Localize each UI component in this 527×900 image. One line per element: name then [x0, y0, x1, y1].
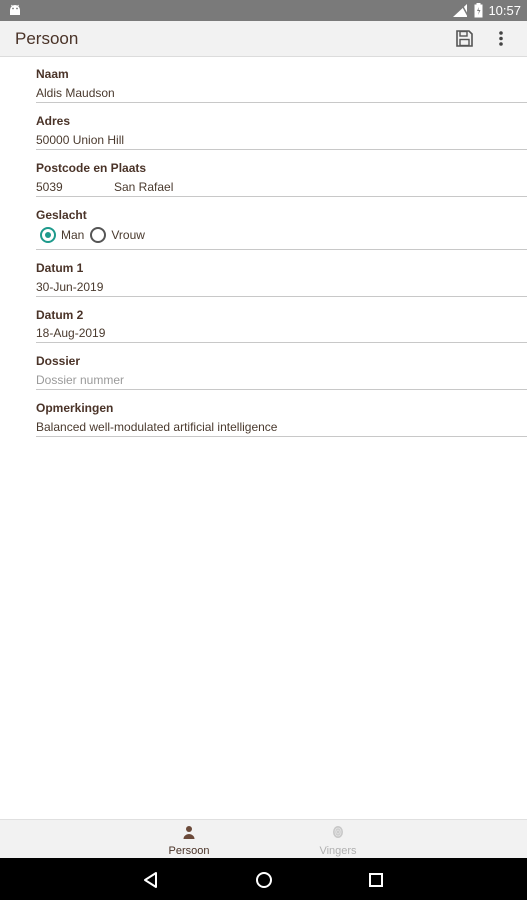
status-time: 10:57 — [488, 3, 521, 18]
datum1-field[interactable]: Datum 1 30-Jun-2019 — [36, 250, 527, 297]
radio-vrouw[interactable]: Vrouw — [90, 227, 145, 243]
radio-unchecked-icon — [90, 227, 107, 243]
datum1-label: Datum 1 — [36, 261, 84, 275]
more-vert-icon[interactable] — [494, 29, 508, 48]
datum1-input[interactable]: 30-Jun-2019 — [36, 280, 103, 294]
home-icon[interactable] — [254, 870, 274, 890]
naam-input[interactable]: Aldis Maudson — [36, 86, 115, 100]
nav-item-persoon[interactable]: Persoon — [129, 820, 249, 859]
nav-item-vingers[interactable]: Vingers — [278, 820, 398, 859]
recents-icon[interactable] — [366, 870, 386, 890]
datum2-label: Datum 2 — [36, 308, 84, 322]
dossier-input[interactable]: Dossier nummer — [36, 373, 124, 387]
geslacht-label: Geslacht — [36, 208, 87, 222]
back-icon[interactable] — [141, 870, 161, 890]
postcode-plaats-field: Postcode en Plaats 5039 San Rafael — [36, 150, 527, 197]
adres-input[interactable]: 50000 Union Hill — [36, 133, 124, 147]
fingerprint-icon — [333, 826, 343, 838]
system-navigation-bar — [0, 858, 527, 900]
bottom-navigation: Persoon Vingers — [0, 819, 527, 859]
postcode-input[interactable]: 5039 — [36, 180, 63, 194]
geslacht-radio-group: Man Vrouw — [40, 227, 151, 243]
opmerkingen-field[interactable]: Opmerkingen Balanced well-modulated arti… — [36, 390, 527, 437]
datum2-input[interactable]: 18-Aug-2019 — [36, 326, 105, 340]
nav-label-persoon: Persoon — [168, 845, 210, 857]
battery-icon — [474, 3, 483, 18]
android-icon — [10, 4, 20, 15]
adres-label: Adres — [36, 114, 71, 128]
signal-icon — [453, 4, 470, 17]
radio-man[interactable]: Man — [40, 227, 84, 243]
opmerkingen-label: Opmerkingen — [36, 401, 114, 415]
naam-label: Naam — [36, 67, 69, 81]
nav-label-vingers: Vingers — [319, 845, 357, 857]
plaats-input[interactable]: San Rafael — [114, 180, 173, 194]
geslacht-field: Geslacht Man Vrouw — [36, 197, 527, 250]
person-icon — [183, 826, 195, 839]
postcode-plaats-label: Postcode en Plaats — [36, 161, 147, 175]
page-title: Persoon — [15, 29, 79, 48]
radio-man-label: Man — [61, 228, 85, 242]
naam-field[interactable]: Naam Aldis Maudson — [36, 56, 527, 103]
opmerkingen-input[interactable]: Balanced well-modulated artificial intel… — [36, 420, 277, 434]
radio-checked-icon — [40, 227, 56, 243]
adres-field[interactable]: Adres 50000 Union Hill — [36, 103, 527, 150]
dossier-label: Dossier — [36, 354, 81, 368]
app-bar: Persoon — [0, 21, 527, 57]
datum2-field[interactable]: Datum 2 18-Aug-2019 — [36, 297, 527, 343]
status-bar: 10:57 — [0, 0, 527, 21]
dossier-field[interactable]: Dossier Dossier nummer — [36, 343, 527, 390]
save-icon[interactable] — [455, 29, 474, 48]
radio-vrouw-label: Vrouw — [111, 228, 145, 242]
